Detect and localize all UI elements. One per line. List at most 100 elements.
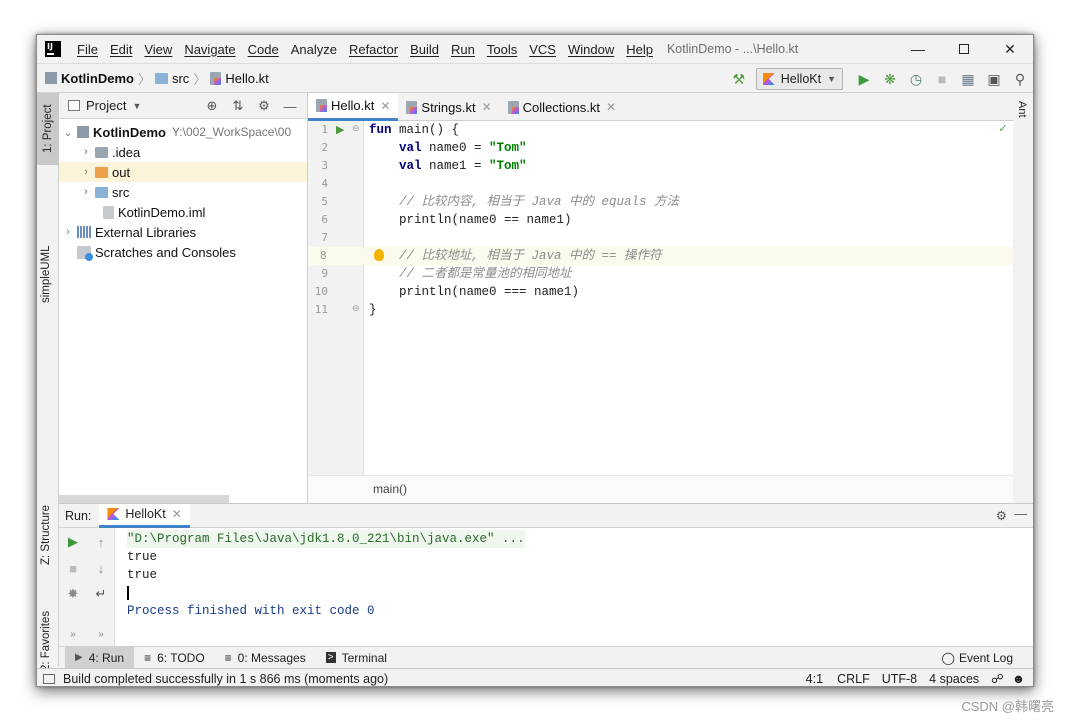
menu-run[interactable]: Run <box>445 42 481 57</box>
run-configuration-select[interactable]: HelloKt ▼ <box>755 68 843 90</box>
gear-icon[interactable]: ⚙ <box>996 508 1007 523</box>
tool-tab-ant[interactable]: Ant <box>1016 101 1028 118</box>
down-arrow-icon[interactable]: ↓ <box>87 556 115 580</box>
tool-tab-ant-label: Ant <box>1016 101 1028 118</box>
run-tab-hellokt[interactable]: HelloKt ✕ <box>99 503 190 528</box>
window-title: KotlinDemo - ...\Hello.kt <box>666 42 799 56</box>
maximize-icon[interactable] <box>941 35 987 63</box>
tab-strings-kt[interactable]: Strings.kt ✕ <box>398 93 499 121</box>
tree-item-out[interactable]: › out <box>59 162 307 182</box>
chevron-right-icon[interactable]: › <box>77 186 95 198</box>
status-message[interactable]: Build completed successfully in 1 s 866 … <box>63 672 388 686</box>
stop-icon[interactable]: ■ <box>930 68 954 90</box>
horizontal-scrollbar[interactable] <box>59 495 229 503</box>
menu-file[interactable]: File <box>71 42 104 57</box>
project-folder-icon <box>45 72 57 84</box>
chevron-right-icon[interactable]: › <box>77 166 95 178</box>
tree-item-project-root[interactable]: ⌄ KotlinDemo Y:\002_WorkSpace\00 <box>59 122 307 142</box>
gear-icon[interactable]: ⚙ <box>251 98 277 114</box>
console-output[interactable]: "D:\Program Files\Java\jdk1.8.0_221\bin\… <box>127 530 525 620</box>
tool-tab-event-log[interactable]: ◯ Event Log <box>932 647 1023 669</box>
lock-icon[interactable]: ☍ <box>985 671 1010 686</box>
menu-navigate[interactable]: Navigate <box>178 42 241 57</box>
tool-tab-run[interactable]: ▶ 4: Run <box>65 646 135 669</box>
menu-tools[interactable]: Tools <box>481 42 523 57</box>
watermark: CSDN @韩曙亮 <box>961 699 1054 714</box>
caret-position[interactable]: 4:1 <box>798 672 831 686</box>
fold-icon[interactable]: ⊖ <box>352 303 360 314</box>
tree-item-label: KotlinDemo <box>93 124 166 140</box>
tool-tab-terminal[interactable]: > Terminal <box>316 647 397 669</box>
run-gutter-icon[interactable]: ▶ <box>336 123 344 136</box>
tab-label: Strings.kt <box>421 99 476 115</box>
tool-tab-structure[interactable]: Z: Structure <box>40 485 52 565</box>
rerun-icon[interactable]: ▶ <box>59 530 87 554</box>
tool-tab-messages[interactable]: ≡ 0: Messages <box>215 647 316 669</box>
code-area[interactable]: fun main() { val name0 = "Tom" val name1… <box>364 121 1013 475</box>
more-icon[interactable]: » <box>87 622 115 646</box>
breadcrumb-file[interactable]: Hello.kt <box>225 71 268 86</box>
close-tab-icon[interactable]: ✕ <box>606 100 616 114</box>
inspector-icon[interactable]: ☻ <box>1010 672 1033 686</box>
tree-item-iml[interactable]: KotlinDemo.iml <box>59 202 307 222</box>
project-structure-icon[interactable]: ▦ <box>956 68 980 90</box>
tool-tab-project[interactable]: 1: Project <box>37 93 59 165</box>
project-panel-title[interactable]: Project <box>86 98 126 113</box>
tab-collections-kt[interactable]: Collections.kt ✕ <box>500 93 624 121</box>
breadcrumb-folder[interactable]: src <box>172 71 189 86</box>
menu-build[interactable]: Build <box>404 42 445 57</box>
menu-view[interactable]: View <box>138 42 178 57</box>
close-icon[interactable]: ✕ <box>987 35 1033 63</box>
tool-tab-favorites[interactable]: 2: Favorites <box>40 591 52 671</box>
search-icon[interactable]: ⚲ <box>1008 68 1032 90</box>
tree-item-external-libraries[interactable]: › External Libraries <box>59 222 307 242</box>
menu-edit[interactable]: Edit <box>104 42 138 57</box>
intention-bulb-icon[interactable] <box>374 249 384 261</box>
menu-refactor[interactable]: Refactor <box>343 42 404 57</box>
menu-analyze[interactable]: Analyze <box>285 42 343 57</box>
soft-wrap-icon[interactable]: ↵ <box>87 582 115 606</box>
chevron-down-icon[interactable]: ▼ <box>132 101 141 111</box>
tree-item-scratches[interactable]: Scratches and Consoles <box>59 242 307 262</box>
tab-hello-kt[interactable]: Hello.kt ✕ <box>308 93 399 121</box>
chevron-down-icon[interactable]: ⌄ <box>59 126 77 139</box>
menu-vcs[interactable]: VCS <box>523 42 562 57</box>
presentation-icon[interactable]: ▣ <box>982 68 1006 90</box>
collapse-all-icon[interactable]: ⇅ <box>225 98 251 114</box>
tree-item-src[interactable]: › src <box>59 182 307 202</box>
tool-tab-todo[interactable]: ≡ 6: TODO <box>134 647 215 669</box>
menu-help[interactable]: Help <box>620 42 659 57</box>
menu-code[interactable]: Code <box>242 42 285 57</box>
coverage-icon[interactable]: ◷ <box>904 68 928 90</box>
file-encoding[interactable]: UTF-8 <box>876 672 923 686</box>
restore-layout-icon[interactable]: ✸ <box>59 582 87 606</box>
menu-window[interactable]: Window <box>562 42 620 57</box>
close-tab-icon[interactable]: ✕ <box>482 100 492 114</box>
locate-icon[interactable]: ⊕ <box>199 98 225 114</box>
line-separator[interactable]: CRLF <box>831 672 876 686</box>
hide-icon[interactable]: — <box>277 99 303 114</box>
more-icon[interactable]: » <box>59 622 87 646</box>
tool-window-toggle-icon[interactable] <box>43 673 55 684</box>
stop-icon[interactable]: ■ <box>59 556 87 580</box>
tree-item-idea[interactable]: › .idea <box>59 142 307 162</box>
kotlin-file-icon <box>210 71 222 85</box>
fold-icon[interactable]: ⊖ <box>352 123 360 134</box>
chevron-right-icon[interactable]: › <box>77 146 95 158</box>
hide-icon[interactable]: — <box>1015 507 1028 521</box>
tree-item-label: Scratches and Consoles <box>95 244 236 260</box>
indent-setting[interactable]: 4 spaces <box>923 672 985 686</box>
breadcrumb-function[interactable]: main() <box>373 482 407 496</box>
run-icon[interactable]: ▶ <box>852 68 876 90</box>
code-line-10: println(name0 === name1) <box>364 283 1013 301</box>
breadcrumb-project[interactable]: KotlinDemo <box>61 71 134 86</box>
chevron-right-icon[interactable]: › <box>59 226 77 238</box>
close-tab-icon[interactable]: ✕ <box>380 99 390 113</box>
close-tab-icon[interactable]: ✕ <box>172 507 182 521</box>
tool-tab-simpleuml[interactable]: simpleUML <box>40 221 52 303</box>
debug-icon[interactable]: ❋ <box>878 68 902 90</box>
up-arrow-icon[interactable]: ↑ <box>87 530 115 554</box>
build-hammer-icon[interactable]: ⚒ <box>727 68 751 90</box>
minimize-icon[interactable]: — <box>895 35 941 63</box>
code-line-3: val name1 = "Tom" <box>364 157 1013 175</box>
